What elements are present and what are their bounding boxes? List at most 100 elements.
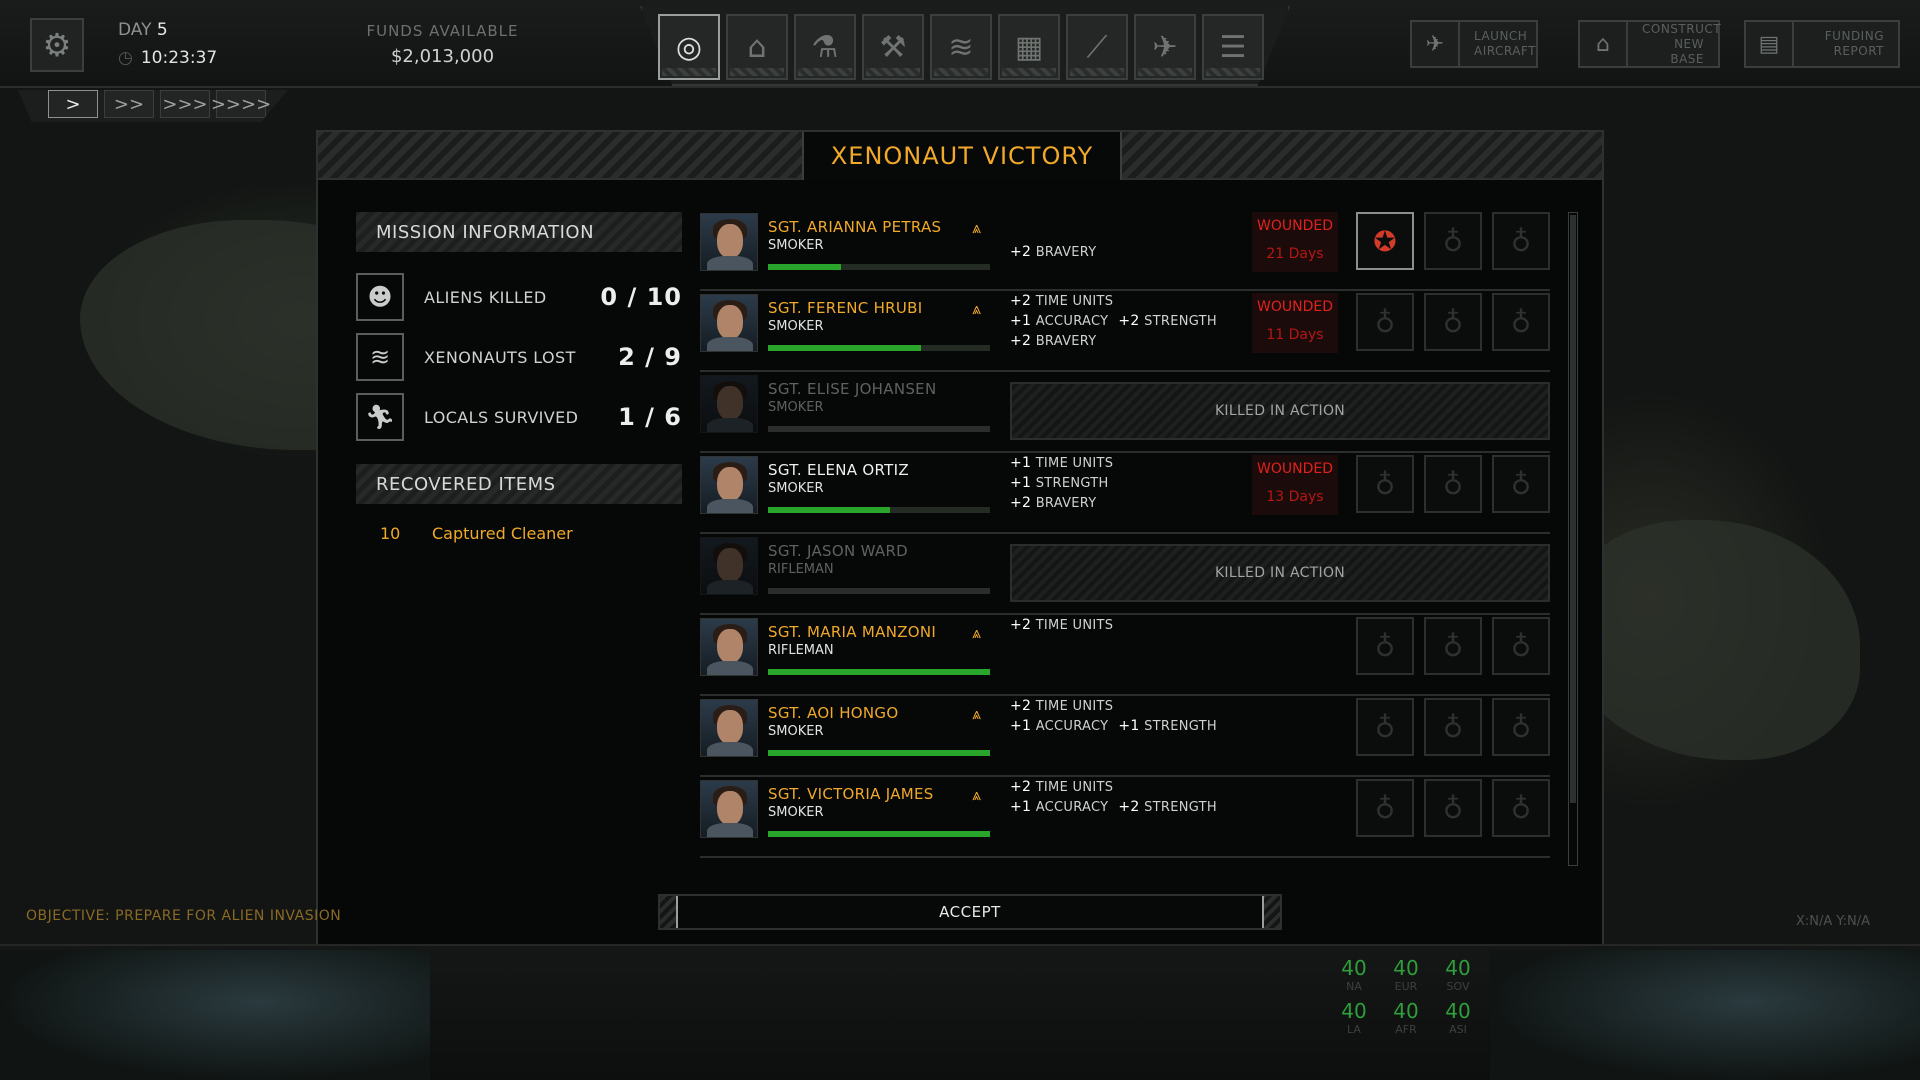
funding-report-button[interactable]: ▤ FUNDING REPORT	[1744, 20, 1900, 68]
soldier-row[interactable]: SGT. ELENA ORTIZ SMOKER +1 TIME UNITS +1 ST…	[700, 453, 1550, 534]
stores-grid-icon[interactable]: ▦	[998, 14, 1060, 80]
speed-1-button[interactable]: >	[48, 90, 98, 118]
funds-label: FUNDS AVAILABLE	[366, 22, 519, 40]
soldier-name: SGT. AOI HONGO	[768, 704, 899, 722]
soldier-portrait	[700, 699, 758, 757]
soldier-portrait	[700, 618, 758, 676]
soldier-name: SGT. VICTORIA JAMES	[768, 785, 934, 803]
soldier-list-scrollbar[interactable]	[1568, 212, 1578, 866]
medal-slots: ♁ ♁ ♁	[1356, 698, 1550, 756]
medal-slot-icon[interactable]: ♁	[1492, 779, 1550, 837]
panic-value: 40	[1341, 999, 1367, 1023]
speed-2-button[interactable]: >>	[104, 90, 154, 118]
stat-bonus-line: +1 ACCURACY +2 STRENGTH	[1010, 313, 1217, 329]
panic-region: AFR	[1395, 1023, 1417, 1036]
medal-slots: ♁ ♁ ♁	[1356, 293, 1550, 351]
objective-text: OBJECTIVE: PREPARE FOR ALIEN INVASION	[26, 908, 342, 924]
stat-bonus-line: +1 ACCURACY +2 STRENGTH	[1010, 799, 1217, 815]
accept-button-frame: ACCEPT	[658, 894, 1282, 930]
medal-slot-icon[interactable]: ♁	[1424, 212, 1482, 270]
scrollbar-thumb[interactable]	[1570, 215, 1576, 803]
medal-slot-icon[interactable]: ♁	[1492, 617, 1550, 675]
medal-slot-icon[interactable]: ♁	[1424, 698, 1482, 756]
panic-region: EUR	[1394, 980, 1418, 993]
stat-aliens-killed: ☻ ALIENS KILLED 0 / 10	[356, 272, 682, 322]
medal-earned-icon[interactable]: ✪	[1356, 212, 1414, 270]
speed-3-button[interactable]: >>>	[160, 90, 210, 118]
panic-meter: 40 NA	[1328, 956, 1380, 993]
medal-slot-icon[interactable]: ♁	[1356, 617, 1414, 675]
accept-button[interactable]: ACCEPT	[676, 896, 1264, 928]
region-panic-meters: 40 NA 40 EUR 40 SOV 40 LA 40 AFR 40 ASI	[1328, 956, 1484, 1036]
soldier-row[interactable]: SGT. AOI HONGO SMOKER ⩓ +2 TIME UNITS +1 ACC…	[700, 696, 1550, 777]
base-dome-icon: ⌂	[1580, 22, 1628, 66]
soldier-class: SMOKER	[768, 481, 824, 496]
experience-bar	[768, 507, 990, 513]
medal-slot-icon[interactable]: ♁	[1424, 617, 1482, 675]
medal-slot-icon[interactable]: ♁	[1424, 293, 1482, 351]
panic-value: 40	[1393, 999, 1419, 1023]
medal-slot-icon[interactable]: ♁	[1492, 212, 1550, 270]
operator-console-right	[1490, 950, 1920, 1080]
panic-meter: 40 SOV	[1432, 956, 1484, 993]
panic-value: 40	[1445, 999, 1471, 1023]
medal-slot-icon[interactable]: ♁	[1356, 698, 1414, 756]
medal-slot-icon[interactable]: ♁	[1492, 698, 1550, 756]
geoscape-globe-icon[interactable]: ◎	[658, 14, 720, 80]
medal-slot-icon[interactable]: ♁	[1492, 293, 1550, 351]
soldiers-rank-icon[interactable]: ≋	[930, 14, 992, 80]
medal-slots: ♁ ♁ ♁	[1356, 779, 1550, 837]
day-counter: DAY 5	[118, 20, 168, 40]
soldier-name: SGT. JASON WARD	[768, 542, 909, 560]
alien-head-icon: ☻	[356, 273, 404, 321]
medal-slot-icon[interactable]: ♁	[1356, 293, 1414, 351]
soldier-list[interactable]: SGT. ARIANNA PETRAS SMOKER ⩓ +2 BRAVERY WOUN…	[700, 210, 1550, 866]
experience-bar	[768, 750, 990, 756]
medal-slots: ♁ ♁ ♁	[1356, 455, 1550, 513]
report-document-icon: ▤	[1746, 22, 1794, 66]
armory-rifle-icon[interactable]: ⟋	[1066, 14, 1128, 80]
soldier-row[interactable]: SGT. FERENC HRUBI SMOKER ⩓ +2 TIME UNITS +1 …	[700, 291, 1550, 372]
soldier-class: SMOKER	[768, 238, 824, 253]
medal-slot-icon[interactable]: ♁	[1356, 455, 1414, 513]
medal-slot-icon[interactable]: ♁	[1424, 455, 1482, 513]
medal-slot-icon[interactable]: ♁	[1356, 779, 1414, 837]
panic-meter: 40 AFR	[1380, 999, 1432, 1036]
stat-bonus-line: +1 TIME UNITS	[1010, 455, 1114, 471]
stat-bonus-line: +2 TIME UNITS	[1010, 779, 1114, 795]
landmass-australia	[1560, 520, 1860, 760]
dialog-title: XENONAUT VICTORY	[802, 132, 1122, 180]
soldier-row[interactable]: SGT. ELISE JOHANSEN SMOKER KILLED IN ACTIO…	[700, 372, 1550, 453]
stat-bonus-line: +1 STRENGTH	[1010, 475, 1109, 491]
soldier-row[interactable]: SGT. VICTORIA JAMES SMOKER ⩓ +2 TIME UNITS +…	[700, 777, 1550, 858]
wounded-status: WOUNDED 21 Days	[1252, 212, 1338, 272]
stat-bonus-line: +1 ACCURACY +1 STRENGTH	[1010, 718, 1217, 734]
research-microscope-icon[interactable]: ⚗	[794, 14, 856, 80]
experience-bar	[768, 264, 990, 270]
medal-slot-icon[interactable]: ♁	[1492, 455, 1550, 513]
panic-meter: 40 EUR	[1380, 956, 1432, 993]
soldier-row[interactable]: SGT. MARIA MANZONI RIFLEMAN ⩓ +2 TIME UNITS…	[700, 615, 1550, 696]
soldier-row[interactable]: SGT. ARIANNA PETRAS SMOKER ⩓ +2 BRAVERY WOUN…	[700, 210, 1550, 291]
soldier-row[interactable]: SGT. JASON WARD RIFLEMAN KILLED IN ACTION	[700, 534, 1550, 615]
settings-gear-icon[interactable]: ⚙	[30, 18, 84, 72]
hangar-jet-icon[interactable]: ✈	[1134, 14, 1196, 80]
panic-value: 40	[1393, 956, 1419, 980]
experience-bar	[768, 669, 990, 675]
panic-region: ASI	[1449, 1023, 1467, 1036]
rank-chevron-icon: ≋	[356, 333, 404, 381]
soldier-name: SGT. MARIA MANZONI	[768, 623, 937, 641]
promotion-chevron-icon: ⩓	[972, 785, 982, 804]
soldier-class: SMOKER	[768, 805, 824, 820]
experience-bar	[768, 831, 990, 837]
base-hangar-icon[interactable]: ⌂	[726, 14, 788, 80]
records-cabinet-icon[interactable]: ☰	[1202, 14, 1264, 80]
promotion-chevron-icon: ⩓	[972, 704, 982, 723]
mission-result-dialog: XENONAUT VICTORY MISSION INFORMATION ☻ A…	[316, 130, 1604, 950]
engineering-wrench-icon[interactable]: ⚒	[862, 14, 924, 80]
launch-aircraft-button[interactable]: ✈ LAUNCH AIRCRAFT	[1410, 20, 1538, 68]
speed-4-button[interactable]: >>>>	[211, 90, 271, 118]
construct-base-button[interactable]: ⌂ CONSTRUCT NEW BASE	[1578, 20, 1721, 68]
medal-slot-icon[interactable]: ♁	[1424, 779, 1482, 837]
experience-bar	[768, 345, 990, 351]
